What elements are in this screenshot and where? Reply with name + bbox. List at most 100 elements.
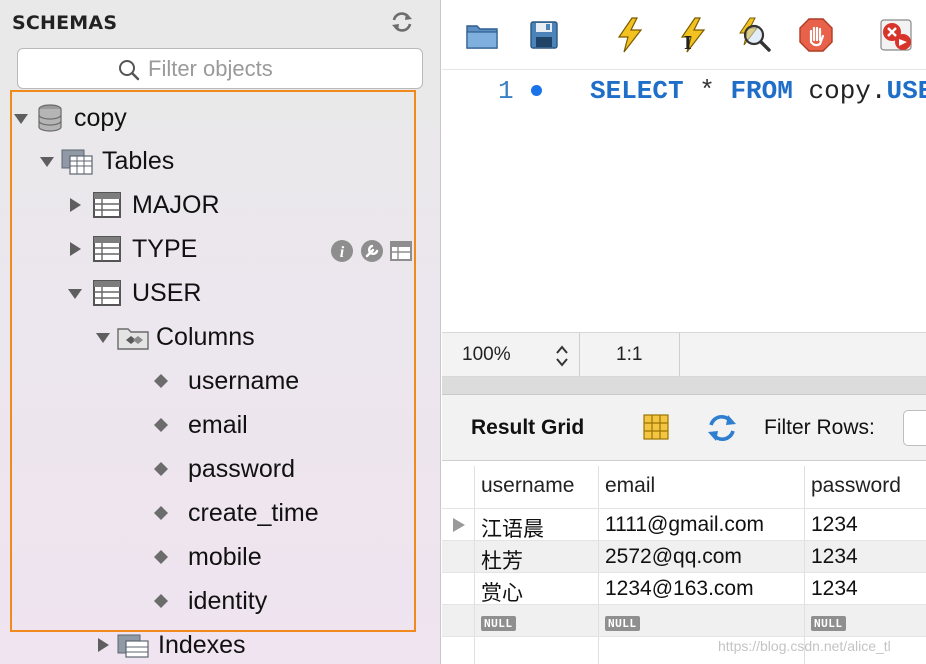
- filter-rows-input[interactable]: [903, 410, 926, 446]
- chevron-right-icon[interactable]: [66, 196, 84, 214]
- toggle-error-icon: [880, 19, 912, 51]
- table-grid-icon[interactable]: [390, 239, 414, 263]
- row-header-corner: [442, 466, 475, 508]
- stop-icon: [799, 18, 833, 52]
- table-cell[interactable]: 1234@163.com: [599, 573, 805, 604]
- open-folder-button[interactable]: [464, 16, 500, 54]
- filter-objects-box[interactable]: [17, 48, 423, 89]
- save-icon: [530, 21, 558, 49]
- column-node[interactable]: create_time: [152, 495, 319, 531]
- table-node-type[interactable]: TYPE: [66, 231, 197, 267]
- sql-keyword: SELECT: [590, 76, 684, 106]
- table-cell[interactable]: 江语晨: [475, 509, 599, 540]
- table-row[interactable]: 赏心 1234@163.com 1234: [442, 572, 926, 604]
- column-node[interactable]: identity: [152, 583, 267, 619]
- explain-button[interactable]: [736, 16, 772, 54]
- table-cell[interactable]: NULL: [599, 605, 805, 636]
- table-row[interactable]: 杜芳 2572@qq.com 1234: [442, 540, 926, 572]
- sql-star: *: [699, 76, 715, 106]
- info-icon[interactable]: i: [330, 239, 354, 263]
- row-header[interactable]: [442, 541, 475, 572]
- table-node-major[interactable]: MAJOR: [66, 187, 220, 223]
- current-row-icon: [453, 518, 465, 532]
- line-marker-dot: [531, 85, 542, 96]
- save-button[interactable]: [526, 16, 562, 54]
- table-label: USER: [132, 278, 202, 307]
- column-label: username: [188, 366, 300, 395]
- reload-icon[interactable]: [706, 413, 738, 443]
- table-cell[interactable]: 2572@qq.com: [599, 541, 805, 572]
- indexes-folder-icon: [117, 634, 149, 658]
- null-badge: NULL: [481, 616, 516, 631]
- filter-rows-label: Filter Rows:: [764, 416, 875, 439]
- chevron-down-icon[interactable]: [94, 328, 112, 346]
- row-header[interactable]: [442, 573, 475, 604]
- editor-status-bar: 100% 1:1: [442, 332, 926, 377]
- column-header[interactable]: username: [475, 466, 599, 508]
- table-icon: [93, 192, 121, 218]
- column-node[interactable]: email: [152, 407, 248, 443]
- stepper-icon[interactable]: [554, 343, 570, 369]
- table-cell[interactable]: NULL: [805, 605, 926, 636]
- zoom-value: 100%: [462, 344, 511, 365]
- chevron-down-icon[interactable]: [66, 284, 84, 302]
- table-cell[interactable]: 1234: [805, 509, 926, 540]
- table-node-user[interactable]: USER: [66, 275, 201, 311]
- execute-lightning-icon: [617, 17, 643, 53]
- column-node[interactable]: username: [152, 363, 299, 399]
- execute-button[interactable]: [612, 16, 648, 54]
- search-icon: [118, 59, 140, 81]
- row-header: [442, 637, 475, 664]
- indexes-folder-node[interactable]: Indexes: [94, 627, 246, 663]
- filter-objects-input[interactable]: [148, 55, 408, 83]
- column-diamond-icon: [154, 462, 168, 476]
- columns-folder-icon: [117, 328, 149, 350]
- table-cell[interactable]: 1111@gmail.com: [599, 509, 805, 540]
- table-cell[interactable]: 1234: [805, 541, 926, 572]
- database-icon: [38, 104, 62, 132]
- column-label: password: [188, 454, 295, 483]
- column-header[interactable]: email: [599, 466, 805, 508]
- table-cell[interactable]: 赏心: [475, 573, 599, 604]
- table-row[interactable]: 江语晨 1111@gmail.com 1234: [442, 508, 926, 540]
- chevron-right-icon[interactable]: [66, 240, 84, 258]
- column-node[interactable]: mobile: [152, 539, 262, 575]
- svg-text:I: I: [684, 32, 692, 53]
- table-cell[interactable]: 杜芳: [475, 541, 599, 572]
- zoom-select[interactable]: 100%: [442, 333, 580, 376]
- row-header[interactable]: [442, 605, 475, 636]
- chevron-down-icon[interactable]: [12, 109, 30, 127]
- wrench-icon[interactable]: [360, 239, 384, 263]
- result-toolbar: Result Grid Filter Rows:: [442, 395, 926, 461]
- column-label: identity: [188, 586, 268, 615]
- table-label: TYPE: [132, 234, 198, 263]
- grid-view-icon[interactable]: [642, 413, 670, 441]
- column-diamond-icon: [154, 374, 168, 388]
- table-cell[interactable]: NULL: [475, 605, 599, 636]
- grid-header: username email password: [442, 466, 926, 508]
- table-row-new[interactable]: NULL NULL NULL: [442, 604, 926, 636]
- watermark: https://blog.csdn.net/alice_tl: [718, 638, 891, 654]
- schema-node-copy[interactable]: copy: [12, 100, 127, 136]
- columns-folder-node[interactable]: Columns: [94, 319, 255, 355]
- column-header[interactable]: password: [805, 466, 926, 508]
- stop-button[interactable]: [798, 16, 834, 54]
- toggle-error-button[interactable]: [878, 16, 914, 54]
- table-cell[interactable]: 1234: [805, 573, 926, 604]
- chevron-down-icon[interactable]: [38, 152, 56, 170]
- tables-folder-node[interactable]: Tables: [38, 143, 174, 179]
- pane-splitter[interactable]: [442, 377, 926, 395]
- execute-current-button[interactable]: I: [674, 16, 710, 54]
- sql-line[interactable]: SELECT * FROM copy.USE: [590, 76, 926, 106]
- column-diamond-icon: [154, 418, 168, 432]
- refresh-icon[interactable]: [390, 11, 414, 33]
- row-header[interactable]: [442, 509, 475, 540]
- sql-editor[interactable]: 1 SELECT * FROM copy.USE: [442, 70, 926, 332]
- schema-label: copy: [74, 103, 127, 132]
- null-badge: NULL: [811, 616, 846, 631]
- chevron-right-icon[interactable]: [94, 636, 112, 654]
- column-node[interactable]: password: [152, 451, 295, 487]
- result-grid: username email password 江语晨 1111@gmail.c…: [442, 462, 926, 664]
- column-label: create_time: [188, 498, 319, 527]
- open-folder-icon: [466, 25, 498, 49]
